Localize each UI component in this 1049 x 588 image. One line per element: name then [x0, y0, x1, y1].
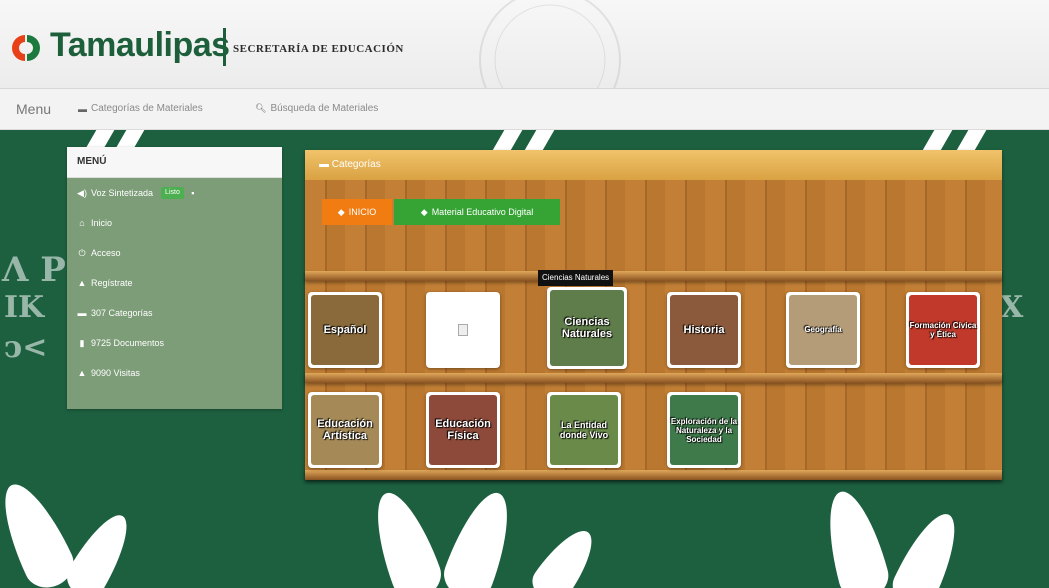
- panel-title: ▬ Categorías: [305, 150, 1002, 180]
- book-history[interactable]: Historia: [667, 292, 741, 368]
- top-navbar: Menu ▬ Categorías de Materiales 🔍︎ Búsqu…: [0, 89, 1049, 130]
- sidebar-item-label: 307 Categorías: [91, 308, 153, 318]
- sidebar-item-home[interactable]: ⌂ Inicio: [67, 208, 282, 238]
- sidebar-item-voice[interactable]: ◀) Voz Sintetizada Listo ▪: [67, 178, 282, 208]
- book-physical-education[interactable]: Educación Física: [426, 392, 500, 468]
- sidebar-item-label: 9090 Visitas: [91, 368, 140, 378]
- nav-link-search[interactable]: 🔍︎ Búsqueda de Materiales: [255, 103, 378, 114]
- search-icon: 🔍︎: [255, 103, 267, 113]
- book-cover: Historia: [670, 295, 738, 365]
- decor-leaf: [362, 484, 448, 588]
- diamond-icon: ◆: [420, 206, 428, 217]
- decor-slash: [955, 130, 987, 152]
- book-label: Geografía: [804, 325, 842, 334]
- decor-slash: [523, 130, 555, 152]
- book-cover: Educación Artística: [311, 395, 379, 465]
- book-spanish[interactable]: Español: [308, 292, 382, 368]
- book-cover: Español: [311, 295, 379, 365]
- nav-menu-brand[interactable]: Menu: [16, 101, 51, 117]
- book-geography[interactable]: Geografía: [786, 292, 860, 368]
- sidebar-title: MENÚ: [67, 147, 282, 178]
- status-badge: Listo: [161, 187, 184, 199]
- shelf-plank: [305, 271, 1002, 281]
- book-nature-society[interactable]: Exploración de la Naturaleza y la Socied…: [667, 392, 741, 468]
- folder-icon: ▬: [319, 159, 332, 170]
- decor-leaf: [816, 485, 894, 588]
- decor-leaf: [525, 520, 605, 588]
- book-label: La Entidad donde Vivo: [559, 420, 609, 440]
- home-button[interactable]: ◆ INICIO: [322, 199, 392, 225]
- book-label: Formación Cívica y Ética: [909, 321, 977, 339]
- sidebar-item-login[interactable]: ⏻ Acceso: [67, 238, 282, 268]
- book-cover: Educación Física: [429, 395, 497, 465]
- book-art[interactable]: Educación Artística: [308, 392, 382, 468]
- book-natural-sciences[interactable]: Ciencias Naturales: [547, 287, 627, 369]
- shelf-plank: [305, 470, 1002, 480]
- panel-title-text: Categorías: [331, 159, 381, 170]
- speaker-icon: ◀): [77, 188, 87, 198]
- book-broken-image[interactable]: [426, 292, 500, 368]
- shelf-plank: [305, 373, 1002, 383]
- categories-panel: ▬ Categorías ◆ INICIO ◆ Material Educati…: [305, 150, 1002, 480]
- user-icon: ▲: [77, 278, 87, 288]
- book-cover: La Entidad donde Vivo: [550, 395, 618, 465]
- chat-icon[interactable]: ▪: [188, 180, 198, 206]
- broken-image-icon: [458, 324, 468, 336]
- home-button-label: INICIO: [348, 207, 377, 217]
- book-label: Ciencias Naturales: [561, 316, 613, 340]
- brand-divider: [223, 28, 226, 66]
- nav-link-categories[interactable]: ▬ Categorías de Materiales: [78, 103, 203, 114]
- sidebar-item-visits[interactable]: ▲ 9090 Visitas: [67, 358, 282, 388]
- user-icon: ▲: [77, 368, 87, 378]
- book-cover: Formación Cívica y Ética: [909, 295, 977, 365]
- book-civics[interactable]: Formación Cívica y Ética: [906, 292, 980, 368]
- book-label: Historia: [683, 324, 725, 336]
- folder-icon: ▬: [78, 103, 87, 114]
- decor-chalk: ↄ<: [4, 330, 48, 365]
- logo-icon: [12, 35, 40, 61]
- bookshelf: [305, 180, 1002, 480]
- book-label: Español: [323, 324, 367, 336]
- book-label: Educación Física: [435, 418, 491, 442]
- decor-chalk: Ʌ P: [2, 250, 66, 290]
- digital-material-button[interactable]: ◆ Material Educativo Digital: [394, 199, 560, 225]
- document-icon: ▮: [79, 338, 85, 348]
- power-icon: ⏻: [78, 248, 86, 258]
- decor-slash: [921, 130, 953, 152]
- brand-subtitle: SECRETARÍA DE EDUCACIÓN: [233, 43, 404, 55]
- sidebar-menu: MENÚ ◀) Voz Sintetizada Listo ▪ ⌂ Inicio…: [67, 147, 282, 409]
- decor-chalk: IK: [4, 290, 45, 325]
- watermark-seal: [479, 0, 621, 88]
- brand-title: Tamaulipas: [50, 26, 230, 64]
- book-label: Educación Artística: [317, 418, 373, 442]
- sidebar-item-label: Regístrate: [91, 278, 133, 288]
- decor-leaf: [885, 505, 970, 588]
- decor-leaf: [437, 484, 523, 588]
- home-icon: ⌂: [79, 218, 85, 228]
- book-cover: Ciencias Naturales: [550, 290, 624, 366]
- sidebar-item-label: Inicio: [91, 218, 113, 228]
- sidebar-item-categories[interactable]: ▬ 307 Categorías: [67, 298, 282, 328]
- sidebar-item-documents[interactable]: ▮ 9725 Documentos: [67, 328, 282, 358]
- book-cover: Exploración de la Naturaleza y la Socied…: [670, 395, 738, 465]
- book-cover: Geografía: [789, 295, 857, 365]
- decor-chalk: X: [1000, 290, 1024, 325]
- site-header: Tamaulipas SECRETARÍA DE EDUCACIÓN: [0, 0, 1049, 89]
- book-label: Exploración de la Naturaleza y la Socied…: [670, 416, 738, 444]
- sidebar-item-label: Voz Sintetizada: [91, 188, 154, 198]
- decor-leaf: [60, 506, 140, 588]
- sidebar-item-label: Acceso: [91, 248, 121, 258]
- digital-button-label: Material Educativo Digital: [431, 207, 534, 217]
- diamond-icon: ◆: [337, 206, 345, 217]
- book-cover: [429, 295, 497, 365]
- folder-icon: ▬: [77, 308, 87, 318]
- decor-slash: [491, 130, 523, 152]
- nav-link-label: Búsqueda de Materiales: [270, 103, 379, 114]
- tooltip: Ciencias Naturales: [538, 270, 614, 286]
- nav-link-label: Categorías de Materiales: [91, 103, 203, 114]
- book-state[interactable]: La Entidad donde Vivo: [547, 392, 621, 468]
- sidebar-item-label: 9725 Documentos: [91, 338, 165, 348]
- sidebar-item-register[interactable]: ▲ Regístrate: [67, 268, 282, 298]
